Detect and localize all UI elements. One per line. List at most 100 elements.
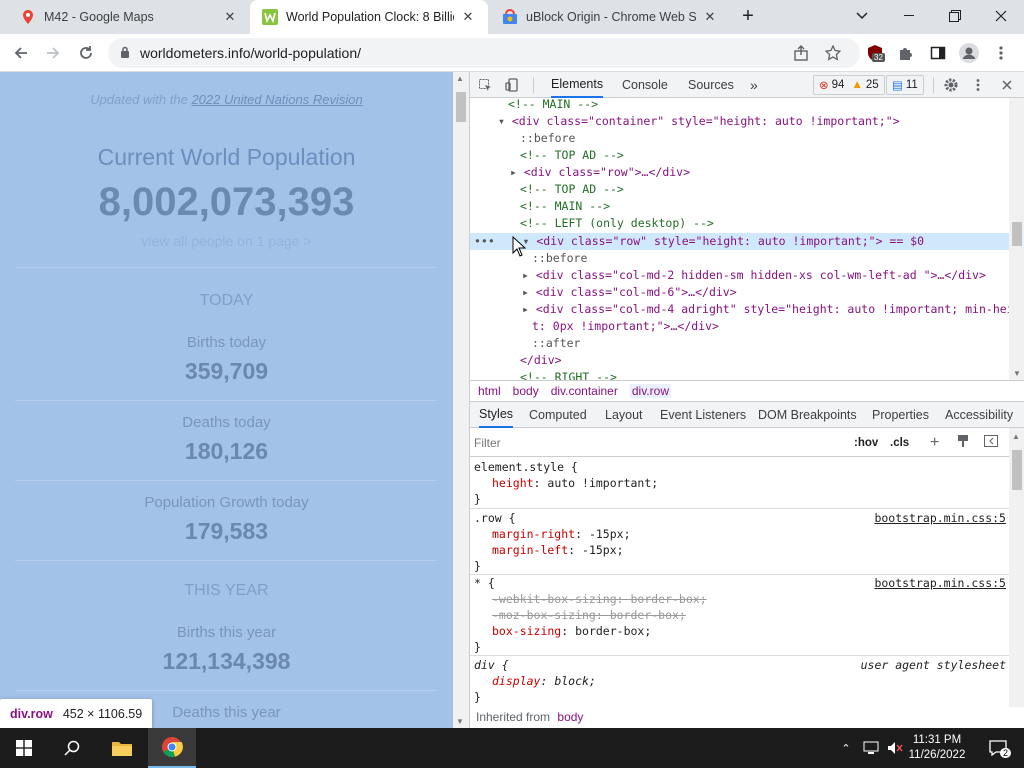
dom-node-selected[interactable]: ••• ▾ <div class="row" style="height: au… bbox=[470, 233, 1010, 250]
back-button[interactable] bbox=[8, 40, 34, 66]
new-rule-icon[interactable]: + bbox=[930, 434, 939, 452]
devtools-panel: Elements Console Sources » ⊗ 94 ▲ 25 ▤ 11 <… bbox=[469, 72, 1024, 728]
view-all-link[interactable]: view all people on 1 page > bbox=[0, 233, 453, 249]
deaths-today-value: 180,126 bbox=[184, 438, 269, 464]
minimize-button[interactable] bbox=[886, 0, 932, 32]
page-scrollbar[interactable]: ▲ ▼ bbox=[453, 72, 469, 728]
chrome-taskbar-icon[interactable] bbox=[148, 728, 196, 768]
reload-button[interactable] bbox=[73, 40, 99, 66]
toggle-sidebar-icon[interactable] bbox=[984, 435, 998, 450]
css-declaration-overridden[interactable]: -moz-box-sizing: border-box; bbox=[470, 607, 1010, 623]
dom-node[interactable]: t: 0px !important;">…</div> bbox=[470, 318, 1010, 335]
styles-scrollbar[interactable]: ▲ ▼ bbox=[1009, 428, 1024, 728]
search-icon[interactable] bbox=[48, 728, 96, 768]
settings-gear-icon[interactable] bbox=[944, 72, 958, 98]
cls-toggle[interactable]: .cls bbox=[890, 437, 909, 449]
lock-icon[interactable] bbox=[120, 46, 130, 61]
device-toolbar-icon[interactable] bbox=[505, 72, 519, 98]
styles-tabbar: Styles Computed Layout Event Listeners D… bbox=[470, 402, 1024, 428]
rule-selector[interactable]: .row {bootstrap.min.css:5 bbox=[470, 510, 1010, 526]
dom-node[interactable]: ▸ <div class="row">…</div> bbox=[470, 164, 1010, 181]
devtools-menu-icon[interactable] bbox=[976, 72, 980, 98]
inherited-body-link[interactable]: body bbox=[557, 710, 583, 724]
dom-node[interactable]: <!-- MAIN --> bbox=[470, 98, 1010, 113]
profile-avatar[interactable] bbox=[956, 40, 982, 66]
tab-properties[interactable]: Properties bbox=[872, 402, 929, 428]
close-tab-icon[interactable]: ✕ bbox=[460, 9, 476, 25]
inspect-element-icon[interactable] bbox=[478, 72, 492, 98]
breadcrumb-container[interactable]: div.container bbox=[551, 384, 618, 398]
dom-node[interactable]: ▸ <div class="col-md-2 hidden-sm hidden-… bbox=[470, 267, 1010, 284]
dom-node[interactable]: <!-- TOP AD --> bbox=[470, 147, 1010, 164]
dom-scrollbar[interactable]: ▼ bbox=[1009, 98, 1024, 380]
tab-sources[interactable]: Sources bbox=[688, 72, 734, 98]
tab-styles[interactable]: Styles bbox=[479, 402, 514, 428]
hov-toggle[interactable]: :hov bbox=[854, 437, 878, 449]
rule-selector[interactable]: * {bootstrap.min.css:5 bbox=[470, 575, 1010, 591]
dom-node[interactable]: ::before bbox=[470, 130, 1010, 147]
bookmark-star-icon[interactable] bbox=[820, 40, 846, 66]
css-declaration[interactable]: margin-left: -15px; bbox=[470, 542, 1010, 558]
breadcrumb-row[interactable]: div.row bbox=[629, 384, 671, 398]
extensions-puzzle-icon[interactable] bbox=[893, 40, 919, 66]
dom-node[interactable]: ▸ <div class="col-md-6">…</div> bbox=[470, 284, 1010, 301]
css-declaration[interactable]: height: auto !important; bbox=[470, 475, 1010, 491]
notifications-icon[interactable]: 2 bbox=[978, 728, 1018, 768]
web-page-content: Updated with the 2022 United Nations Rev… bbox=[0, 72, 453, 728]
clock[interactable]: 11:31 PM 11/26/2022 bbox=[906, 728, 968, 768]
un-revision-link[interactable]: 2022 United Nations Revision bbox=[191, 92, 362, 107]
network-icon[interactable] bbox=[858, 728, 884, 768]
show-hidden-icons[interactable]: ⌃ bbox=[836, 728, 856, 768]
paint-icon[interactable] bbox=[957, 434, 969, 451]
tab-search-icon[interactable] bbox=[842, 0, 882, 32]
tab-elements[interactable]: Elements bbox=[551, 72, 604, 98]
new-tab-button[interactable]: + bbox=[735, 0, 761, 32]
dom-node[interactable]: ::before bbox=[470, 250, 1010, 267]
forward-button[interactable] bbox=[40, 40, 66, 66]
css-declaration[interactable]: margin-right: -15px; bbox=[470, 526, 1010, 542]
stylesheet-link[interactable]: bootstrap.min.css:5 bbox=[874, 575, 1006, 591]
css-declaration[interactable]: display: block; bbox=[470, 673, 1010, 689]
styles-filter-input[interactable] bbox=[474, 432, 844, 453]
file-explorer-icon[interactable] bbox=[98, 728, 146, 768]
tab-event-listeners[interactable]: Event Listeners bbox=[660, 402, 746, 428]
stylesheet-link[interactable]: bootstrap.min.css:5 bbox=[874, 510, 1006, 526]
dom-node[interactable]: <!-- RIGHT --> bbox=[470, 369, 1010, 380]
tab-world-population[interactable]: World Population Clock: 8 Billion ✕ bbox=[250, 0, 488, 34]
dom-node[interactable]: <!-- MAIN --> bbox=[470, 198, 1010, 215]
address-bar[interactable]: worldometers.info/world-population/ bbox=[108, 38, 860, 68]
issue-counters[interactable]: ⊗ 94 ▲ 25 bbox=[813, 75, 885, 95]
dom-node[interactable]: </div> bbox=[470, 352, 1010, 369]
css-declaration[interactable]: box-sizing: border-box; bbox=[470, 623, 1010, 639]
close-devtools-icon[interactable] bbox=[1002, 72, 1012, 98]
tab-layout[interactable]: Layout bbox=[605, 402, 643, 428]
close-tab-icon[interactable]: ✕ bbox=[222, 9, 238, 25]
dom-node[interactable]: ▸ <div class="col-md-4 adright" style="h… bbox=[470, 301, 1010, 318]
breadcrumb-body[interactable]: body bbox=[513, 384, 539, 398]
dom-node[interactable]: ▾ <div class="container" style="height: … bbox=[470, 113, 1010, 130]
dom-node[interactable]: <!-- TOP AD --> bbox=[470, 181, 1010, 198]
volume-muted-icon[interactable] bbox=[884, 728, 906, 768]
restore-button[interactable] bbox=[932, 0, 978, 32]
rule-selector[interactable]: element.style { bbox=[470, 459, 1010, 475]
messages-counter[interactable]: ▤ 11 bbox=[886, 75, 924, 95]
close-window-button[interactable] bbox=[978, 0, 1024, 32]
tab-ublock-origin[interactable]: uBlock Origin - Chrome Web Sto ✕ bbox=[490, 0, 730, 34]
close-tab-icon[interactable]: ✕ bbox=[702, 9, 718, 25]
css-declaration-overridden[interactable]: -webkit-box-sizing: border-box; bbox=[470, 591, 1010, 607]
tab-google-maps[interactable]: M42 - Google Maps ✕ bbox=[8, 0, 250, 34]
tab-console[interactable]: Console bbox=[622, 72, 668, 98]
tab-accessibility[interactable]: Accessibility bbox=[945, 402, 1013, 428]
breadcrumb-html[interactable]: html bbox=[478, 384, 501, 398]
tab-dom-breakpoints[interactable]: DOM Breakpoints bbox=[758, 402, 857, 428]
windows-start-icon[interactable] bbox=[0, 728, 48, 768]
dom-node[interactable]: <!-- LEFT (only desktop) --> bbox=[470, 215, 1010, 232]
side-panel-icon[interactable] bbox=[925, 40, 951, 66]
ublock-extension-icon[interactable]: 32 bbox=[862, 40, 888, 66]
tab-computed[interactable]: Computed bbox=[529, 402, 587, 428]
rule-selector[interactable]: div {user agent stylesheet bbox=[470, 657, 1010, 673]
chrome-menu-icon[interactable] bbox=[988, 40, 1014, 66]
dom-node[interactable]: ::after bbox=[470, 335, 1010, 352]
more-tabs-button[interactable]: » bbox=[750, 72, 758, 98]
share-icon[interactable] bbox=[788, 40, 814, 66]
